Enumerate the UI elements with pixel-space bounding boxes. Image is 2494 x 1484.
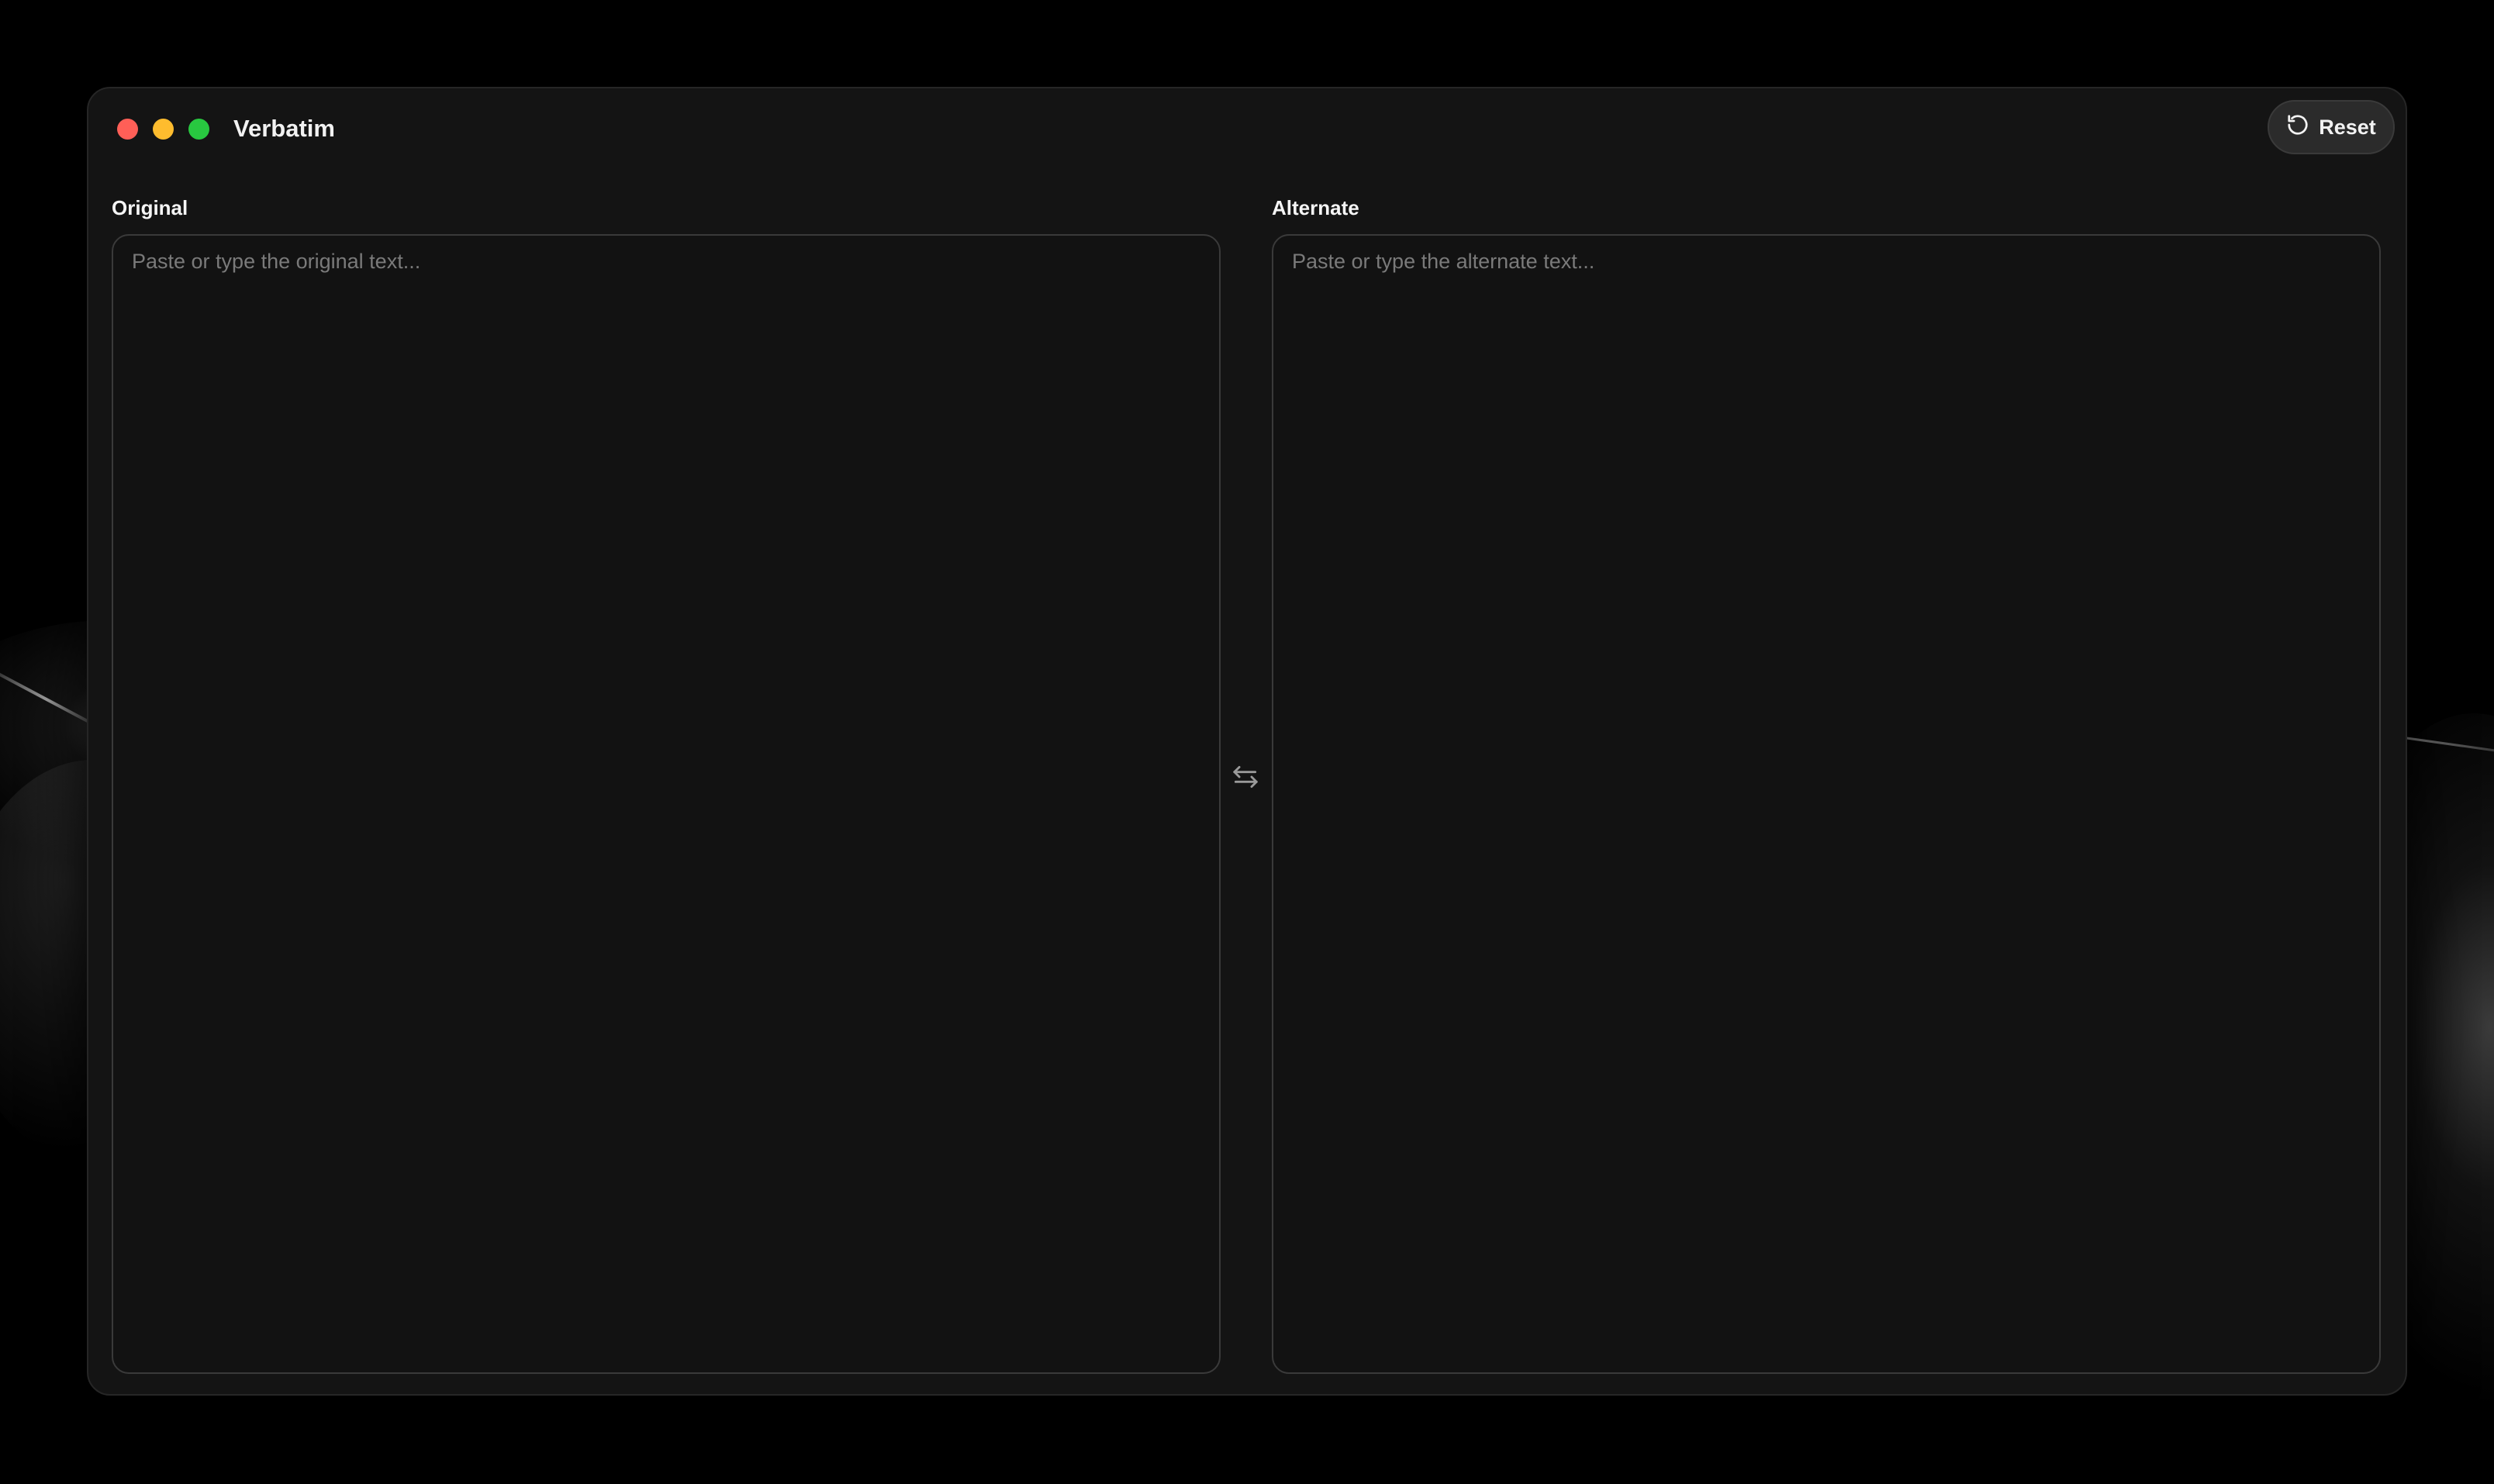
alternate-label: Alternate [1272, 196, 1359, 219]
app-title: Verbatim [233, 115, 335, 142]
minimize-window-button[interactable] [153, 119, 174, 140]
zoom-window-button[interactable] [188, 119, 209, 140]
reset-button[interactable]: Reset [2268, 100, 2395, 154]
app-window: Verbatim Reset Original Paste or type th… [87, 87, 2407, 1396]
title-bar: Verbatim Reset [88, 88, 2406, 166]
reset-button-label: Reset [2319, 115, 2376, 139]
alternate-text-input[interactable] [1272, 234, 2381, 1374]
rotate-ccw-icon [2286, 113, 2309, 142]
close-window-button[interactable] [117, 119, 138, 140]
original-label: Original [112, 196, 188, 219]
swap-button[interactable] [1228, 761, 1263, 795]
desktop-background: Verbatim Reset Original Paste or type th… [0, 0, 2494, 1484]
swap-arrows-icon [1231, 762, 1260, 795]
original-text-input[interactable] [112, 234, 1221, 1374]
